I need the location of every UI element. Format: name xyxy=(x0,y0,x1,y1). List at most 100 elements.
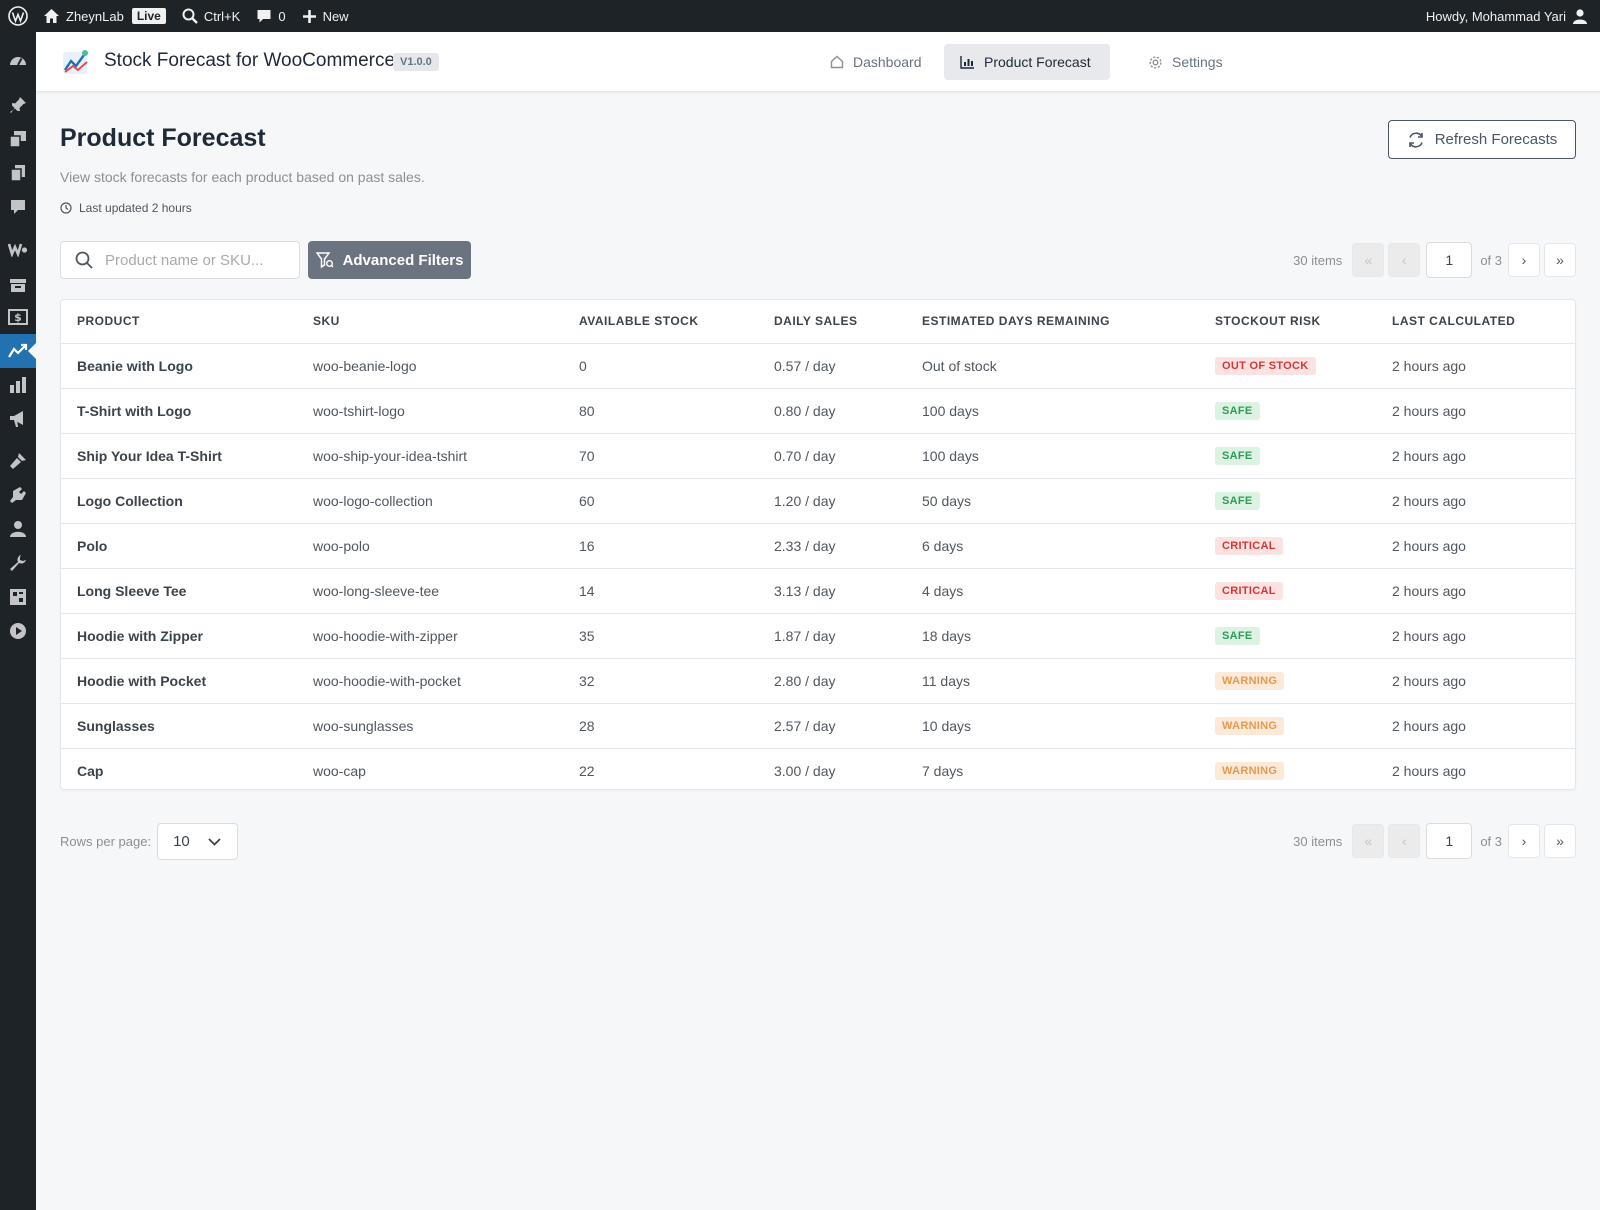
last-calculated-cell: 2 hours ago xyxy=(1376,703,1575,749)
woocommerce-icon[interactable] xyxy=(0,232,36,266)
stock-cell: 0 xyxy=(563,343,758,389)
rows-per-page-label: Rows per page: xyxy=(60,834,152,849)
admin-bar: ZheynLab Live Ctrl+K 0 New Howdy, Mohamm… xyxy=(0,0,1600,32)
days-remaining-cell: 4 days xyxy=(906,568,1199,614)
sku-cell: woo-cap xyxy=(313,762,366,779)
stock-cell: 60 xyxy=(563,478,758,524)
daily-sales-cell: 2.33 / day xyxy=(758,523,906,569)
risk-cell: SAFE xyxy=(1199,613,1376,659)
last-calculated-cell: 2 hours ago xyxy=(1376,478,1575,524)
sku-cell: woo-polo xyxy=(297,523,563,569)
col-available-stock[interactable]: AVAILABLE STOCK xyxy=(563,300,758,344)
products-icon[interactable] xyxy=(0,268,36,302)
risk-cell: WARNING xyxy=(1199,748,1376,789)
product-name[interactable]: Cap xyxy=(61,748,297,789)
table-row: Cap woo-cap 22 3.00 / day 7 days WARNING… xyxy=(61,748,1575,789)
table-row: Polo woo-polo 16 2.33 / day 6 days CRITI… xyxy=(61,523,1575,569)
product-name[interactable]: Hoodie with Zipper xyxy=(61,613,297,659)
site-name-link[interactable]: ZheynLab Live xyxy=(35,0,174,32)
days-remaining-cell: 6 days xyxy=(906,523,1199,569)
daily-sales-cell: 0.80 / day xyxy=(758,388,906,434)
settings-icon[interactable] xyxy=(0,580,36,614)
account-menu[interactable]: Howdy, Mohammad Yari xyxy=(1418,0,1600,32)
table-row: Hoodie with Zipper woo-hoodie-with-zippe… xyxy=(61,613,1575,659)
clock-icon xyxy=(60,202,72,214)
prev-page-button[interactable]: ‹ xyxy=(1388,243,1421,277)
next-page-button[interactable]: › xyxy=(1508,243,1540,277)
sku-cell: woo-hoodie-with-pocket xyxy=(297,658,563,704)
col-last-calculated[interactable]: LAST CALCULATED xyxy=(1376,300,1575,344)
status-badge: SAFE xyxy=(1215,492,1260,510)
advanced-filters-button[interactable]: Advanced Filters xyxy=(308,241,471,279)
prev-page-button[interactable]: ‹ xyxy=(1388,824,1421,858)
refresh-icon xyxy=(1408,131,1423,148)
stock-cell: 32 xyxy=(563,658,758,704)
last-page-button[interactable]: » xyxy=(1544,824,1576,858)
pages-icon[interactable] xyxy=(0,156,36,190)
last-calculated-cell: 2 hours ago xyxy=(1376,568,1575,614)
search-input[interactable] xyxy=(105,251,285,269)
appearance-icon[interactable] xyxy=(0,444,36,478)
days-remaining-cell: 11 days xyxy=(906,658,1199,704)
col-stockout-risk[interactable]: STOCKOUT RISK xyxy=(1199,300,1376,344)
first-page-button[interactable]: « xyxy=(1352,243,1385,277)
stock-forecast-icon[interactable] xyxy=(0,334,36,368)
next-page-button[interactable]: › xyxy=(1508,824,1540,858)
page-description: View stock forecasts for each product ba… xyxy=(60,169,425,185)
risk-cell: SAFE xyxy=(1199,388,1376,434)
col-product[interactable]: PRODUCT xyxy=(61,300,297,344)
greeting: Howdy, Mohammad Yari xyxy=(1425,8,1566,24)
media-player-icon[interactable] xyxy=(0,614,36,648)
comments-link[interactable]: 0 xyxy=(248,0,293,32)
new-label: New xyxy=(322,8,349,24)
risk-cell: CRITICAL xyxy=(1199,523,1376,569)
media-icon[interactable] xyxy=(0,122,36,156)
refresh-label: Refresh Forecasts xyxy=(1434,131,1558,148)
daily-sales-cell: 1.20 / day xyxy=(758,478,906,524)
table-row: Hoodie with Pocket woo-hoodie-with-pocke… xyxy=(61,658,1575,704)
status-badge: OUT OF STOCK xyxy=(1215,357,1316,375)
users-icon[interactable] xyxy=(0,512,36,546)
daily-sales-cell: 1.87 / day xyxy=(758,613,906,659)
sku-cell: woo-tshirt-logo xyxy=(297,388,563,434)
tab-dashboard[interactable]: Dashboard xyxy=(814,44,938,80)
product-name[interactable]: Sunglasses xyxy=(61,703,297,749)
new-content-link[interactable]: New xyxy=(294,0,357,32)
col-sku[interactable]: SKU xyxy=(297,300,563,344)
rows-per-page-select[interactable]: 10 xyxy=(157,823,239,860)
plugins-icon[interactable] xyxy=(0,478,36,512)
product-name[interactable]: T-Shirt with Logo xyxy=(61,388,297,434)
tab-label: Dashboard xyxy=(853,54,922,70)
col-daily-sales[interactable]: DAILY SALES xyxy=(758,300,906,344)
tab-settings[interactable]: Settings xyxy=(1132,44,1239,80)
wordpress-logo-icon[interactable] xyxy=(0,0,35,32)
tab-product-forecast[interactable]: Product Forecast xyxy=(944,44,1110,80)
first-page-button[interactable]: « xyxy=(1352,824,1385,858)
product-name[interactable]: Ship Your Idea T-Shirt xyxy=(61,433,297,479)
product-name[interactable]: Polo xyxy=(61,523,297,569)
dashboard-icon[interactable] xyxy=(0,44,36,78)
product-name[interactable]: Hoodie with Pocket xyxy=(61,658,297,704)
payments-icon[interactable]: $ xyxy=(0,300,36,334)
product-name[interactable]: Logo Collection xyxy=(61,478,297,524)
tools-icon[interactable] xyxy=(0,546,36,580)
col-estimated-days[interactable]: ESTIMATED DAYS REMAINING xyxy=(906,300,1199,344)
product-name[interactable]: Beanie with Logo xyxy=(61,343,297,389)
refresh-forecasts-button[interactable]: Refresh Forecasts xyxy=(1388,120,1576,159)
pin-icon[interactable] xyxy=(0,88,36,122)
analytics-icon[interactable] xyxy=(0,368,36,402)
last-page-button[interactable]: » xyxy=(1544,243,1576,277)
home-icon xyxy=(44,9,59,23)
comments-icon[interactable] xyxy=(0,190,36,224)
page-number-input[interactable] xyxy=(1426,823,1473,859)
daily-sales-cell: 0.70 / day xyxy=(758,433,906,479)
days-remaining-cell: 100 days xyxy=(906,433,1199,479)
forecast-table: PRODUCT SKU AVAILABLE STOCK DAILY SALES … xyxy=(60,299,1576,790)
stock-cell: 35 xyxy=(563,613,758,659)
marketing-icon[interactable] xyxy=(0,402,36,436)
stock-cell: 14 xyxy=(563,568,758,614)
command-search[interactable]: Ctrl+K xyxy=(174,0,248,32)
page-number-input[interactable] xyxy=(1426,242,1473,278)
product-name[interactable]: Long Sleeve Tee xyxy=(61,568,297,614)
tab-label: Settings xyxy=(1172,54,1223,70)
